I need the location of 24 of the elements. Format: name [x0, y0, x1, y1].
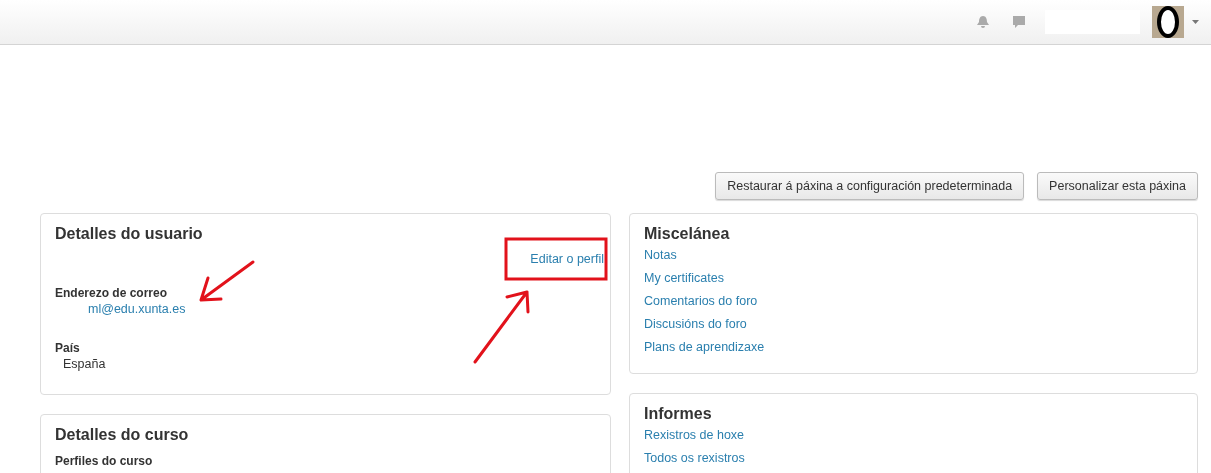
- bell-icon[interactable]: [975, 14, 991, 30]
- card-title: Informes: [644, 404, 713, 424]
- block-link[interactable]: Plans de aprendizaxe: [644, 336, 1183, 359]
- edit-profile-link[interactable]: Editar o perfil: [530, 248, 604, 271]
- arrow-drawing: [199, 260, 255, 302]
- field-label: País: [55, 340, 81, 356]
- card-title: Detalles do curso: [55, 425, 190, 445]
- avatar[interactable]: [1152, 6, 1184, 38]
- block-link[interactable]: My certificates: [644, 267, 1183, 290]
- email-link[interactable]: ml@edu.xunta.es: [55, 301, 596, 318]
- field-label: Perfiles do curso: [55, 453, 154, 469]
- block-link[interactable]: Discusións do foro: [644, 313, 1183, 336]
- card-title: Miscelánea: [644, 224, 731, 244]
- block-link[interactable]: Comentarios do foro: [644, 290, 1183, 313]
- block-link[interactable]: Notas: [644, 244, 1183, 267]
- field-value: España: [62, 356, 107, 373]
- page-action-button[interactable]: Personalizar esta páxina: [1037, 172, 1198, 200]
- block-link[interactable]: Rexistros de hoxe: [644, 424, 1183, 447]
- block-link[interactable]: Todos os rexistros: [644, 447, 1183, 470]
- page-action-button[interactable]: Restaurar á páxina a configuración predeterminada: [715, 172, 1025, 200]
- caret-icon[interactable]: [1192, 20, 1199, 24]
- field-label: Enderezo de correo: [55, 285, 169, 301]
- card-title: Detalles do usuario: [55, 224, 204, 244]
- chat-icon[interactable]: [1011, 14, 1027, 30]
